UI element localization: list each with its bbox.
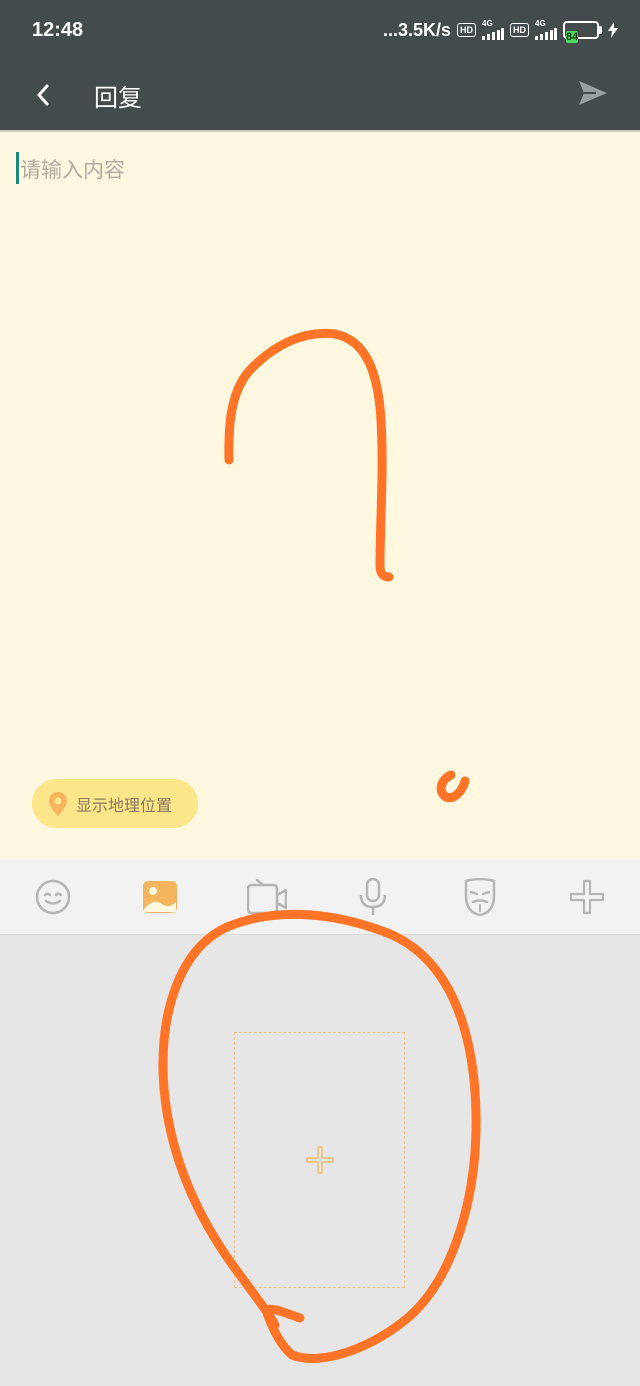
location-chip-label: 显示地理位置 <box>76 795 173 815</box>
anonymous-button[interactable] <box>450 867 510 927</box>
signal-icon: 4G <box>482 20 504 40</box>
attachment-toolbar <box>0 859 640 935</box>
battery-icon: 84 <box>563 21 602 43</box>
location-pin-icon <box>49 791 67 816</box>
text-caret <box>16 152 19 184</box>
send-icon <box>579 81 607 105</box>
page-title: 回复 <box>94 83 142 112</box>
emoji-button[interactable] <box>23 867 83 927</box>
emoji-icon <box>36 879 71 914</box>
image-picker-panel <box>0 936 640 1386</box>
image-icon <box>142 880 177 913</box>
battery-level: 84 <box>566 31 579 43</box>
mask-icon <box>464 877 496 916</box>
app-bar: 回复 <box>0 60 640 130</box>
editor-placeholder: 请输入内容 <box>20 158 125 182</box>
video-button[interactable] <box>237 867 297 927</box>
status-indicators: ...3.5K/s HD 4G HD 4G 84 <box>382 19 618 43</box>
net-speed: ...3.5K/s <box>382 19 451 40</box>
hd-badge-2: HD <box>510 23 529 37</box>
add-icon <box>305 1146 334 1174</box>
add-image-button[interactable] <box>234 1032 405 1288</box>
charging-icon <box>608 22 618 38</box>
signal-gen-label-2: 4G <box>535 19 546 28</box>
more-button[interactable] <box>557 867 617 927</box>
status-time: 12:48 <box>32 18 84 41</box>
back-button[interactable] <box>0 60 86 130</box>
signal-icon-2: 4G <box>535 20 557 40</box>
status-bar: 12:48 ...3.5K/s HD 4G HD 4G 84 <box>0 0 640 60</box>
image-button[interactable] <box>130 867 190 927</box>
reply-editor[interactable]: 请输入内容 显示地理位置 <box>0 130 640 859</box>
video-icon <box>246 878 287 914</box>
chevron-left-icon <box>37 84 49 106</box>
microphone-icon <box>360 877 387 915</box>
signal-gen-label: 4G <box>482 19 493 28</box>
hd-badge: HD <box>457 23 476 37</box>
show-location-button[interactable]: 显示地理位置 <box>32 779 198 828</box>
voice-button[interactable] <box>343 867 403 927</box>
send-button[interactable] <box>578 80 612 110</box>
plus-icon <box>569 879 604 914</box>
